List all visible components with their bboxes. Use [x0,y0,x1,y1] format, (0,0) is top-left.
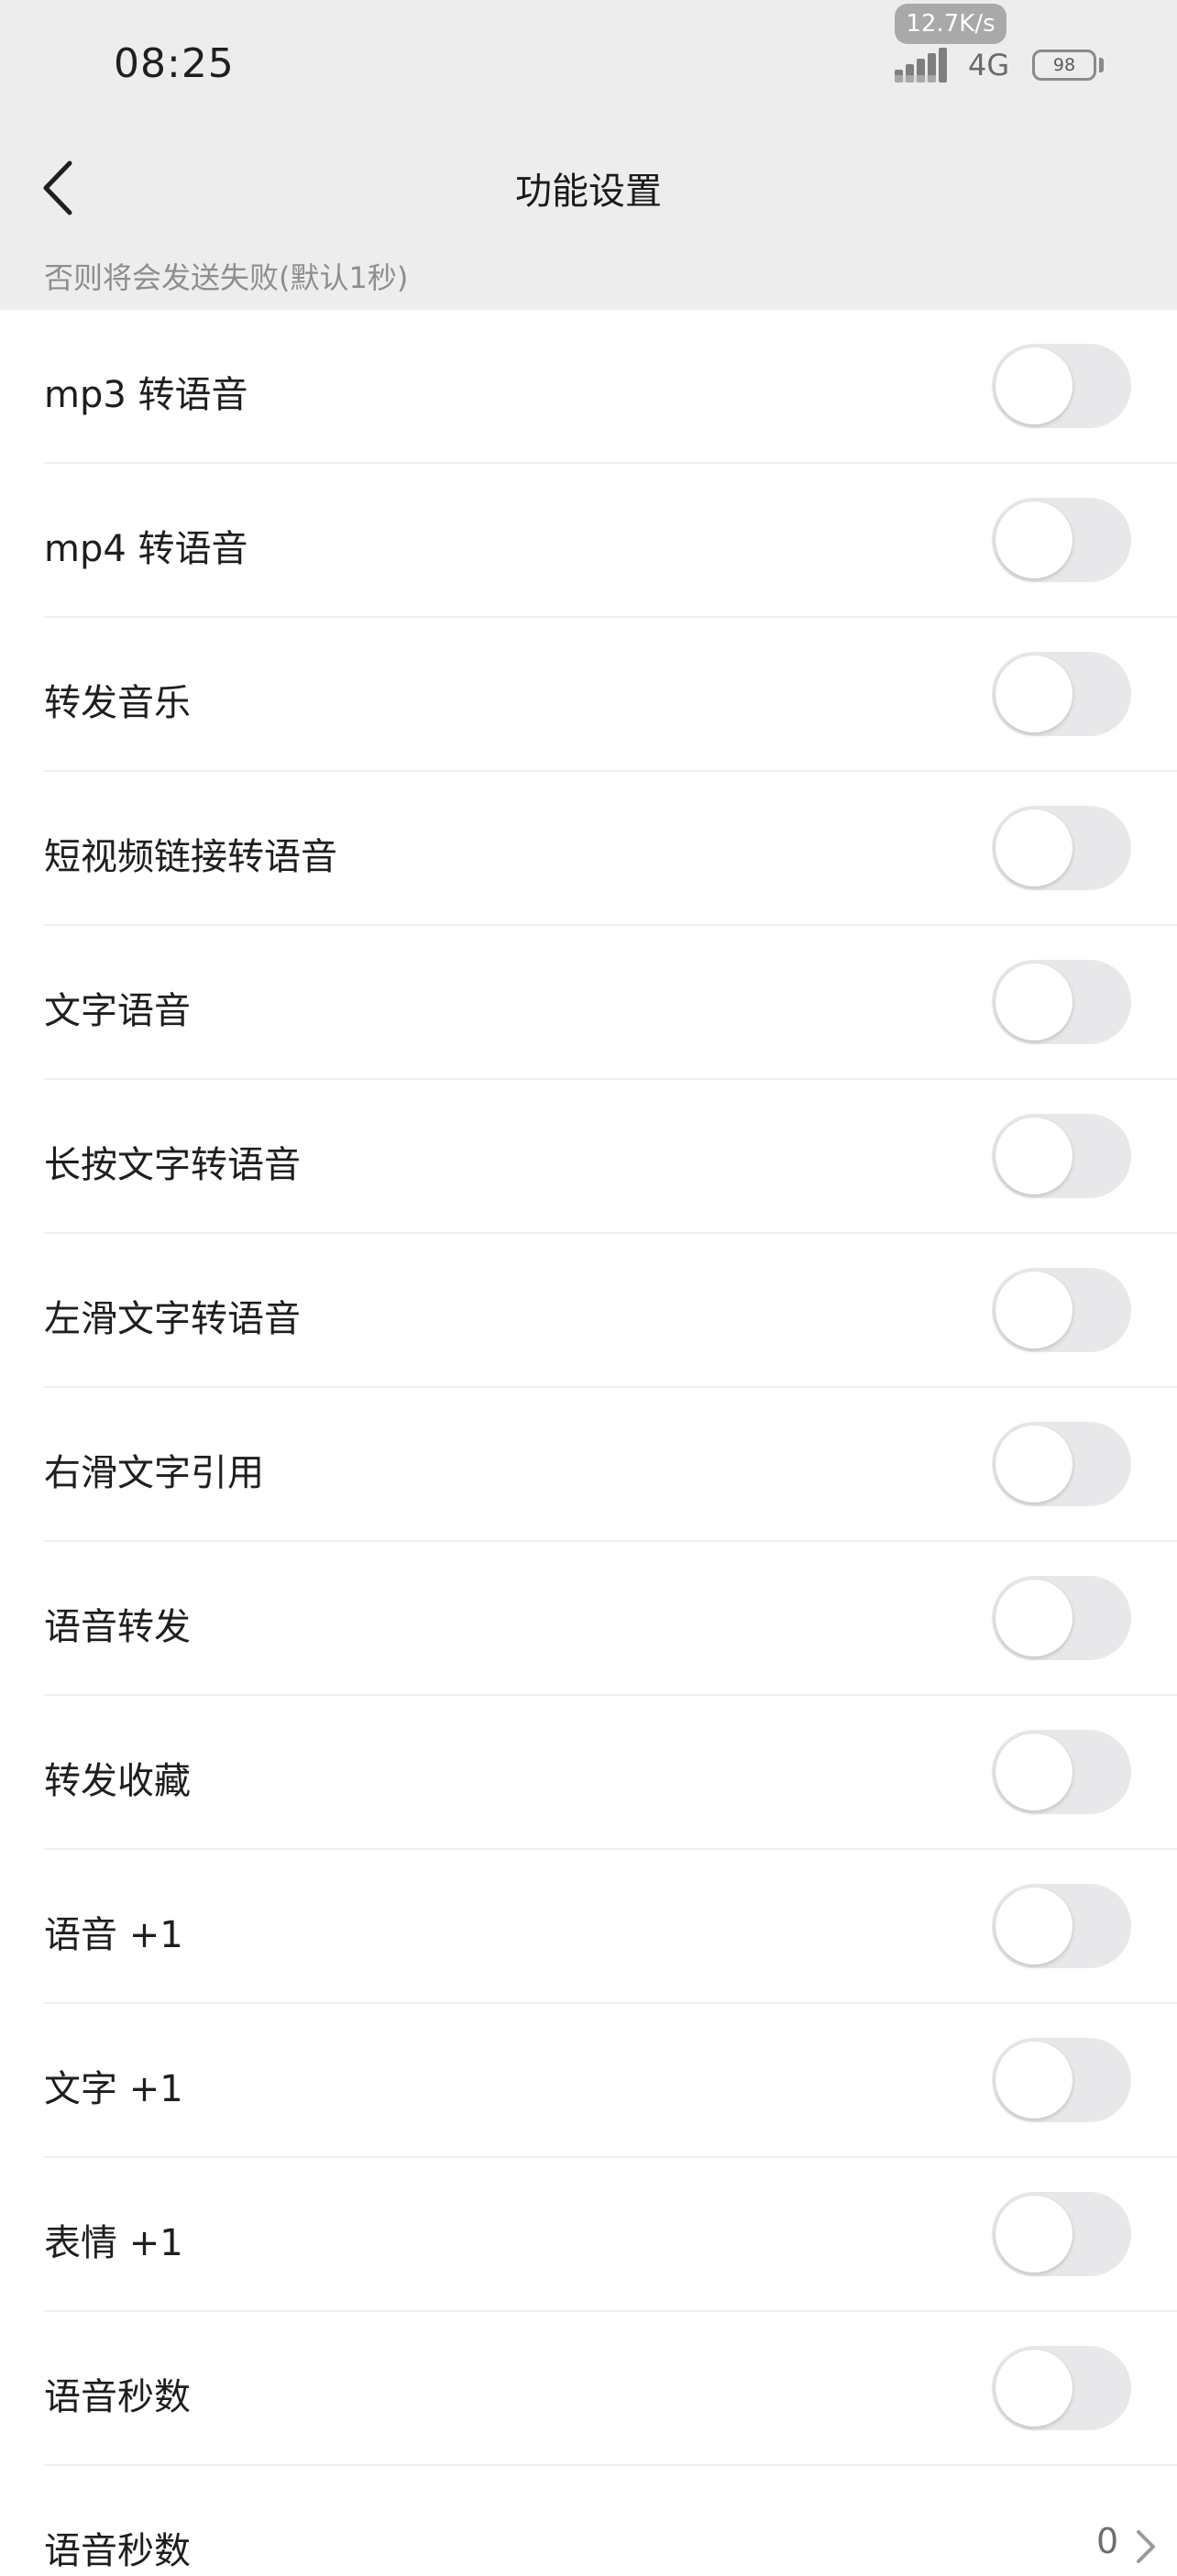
setting-row: 语音秒数 [44,2312,1177,2466]
toggle-switch[interactable] [992,498,1131,582]
toggle-switch[interactable] [992,1114,1131,1198]
setting-row: 短视频链接转语音 [44,772,1177,926]
toggle-knob [996,1580,1072,1657]
setting-row: 转发音乐 [44,618,1177,772]
setting-row: 语音 +1 [44,1850,1177,2004]
chevron-right-icon [1137,2530,1155,2563]
setting-label: 转发收藏 [44,1760,191,1802]
value-setting-label: 语音秒数 [44,2530,191,2572]
setting-row: 文字 +1 [44,2004,1177,2158]
status-time: 08:25 [114,40,235,87]
toggle-knob [996,2196,1072,2273]
setting-row: mp3 转语音 [44,310,1177,464]
battery-nub [1099,58,1104,72]
toggle-knob [996,1426,1072,1503]
toggle-knob [996,809,1072,886]
toggle-knob [996,2042,1072,2119]
setting-row: 长按文字转语音 [44,1080,1177,1234]
network-speed-badge: 12.7K/s [895,4,1006,44]
signal-bars-icon [895,48,947,83]
toggle-knob [996,1117,1072,1194]
toggle-switch[interactable] [992,652,1131,736]
setting-row: 左滑文字转语音 [44,1234,1177,1388]
battery-icon: 98 [1032,50,1096,81]
toggle-knob [996,501,1072,578]
toggle-switch[interactable] [992,1422,1131,1506]
setting-label: 语音秒数 [44,2376,191,2418]
toggle-knob [996,347,1072,424]
hint-text: 否则将会发送失败(默认1秒) [44,260,409,295]
toggle-switch[interactable] [992,2038,1131,2122]
page-title: 功能设置 [515,171,662,213]
voice-seconds-value-row[interactable]: 语音秒数 0 [44,2466,1177,2576]
toggle-switch[interactable] [992,1884,1131,1968]
setting-row: 语音转发 [44,1542,1177,1696]
toggle-switch[interactable] [992,1268,1131,1352]
setting-label: 语音转发 [44,1606,191,1648]
toggle-switch[interactable] [992,1730,1131,1814]
setting-label: 左滑文字转语音 [44,1298,301,1340]
setting-row: 右滑文字引用 [44,1388,1177,1542]
setting-row: 表情 +1 [44,2158,1177,2312]
setting-row: 文字语音 [44,926,1177,1080]
network-type: 4G [968,48,1010,83]
setting-label: 语音 +1 [44,1914,183,1956]
value-setting-value: 0 [1096,2521,1119,2561]
setting-label: 文字语音 [44,990,191,1032]
toggle-switch[interactable] [992,1576,1131,1660]
toggle-knob [996,1888,1072,1965]
toggle-switch[interactable] [992,960,1131,1044]
settings-list: mp3 转语音 mp4 转语音 转发音乐 短视频链接转语音 文字语音 长按文字转… [0,310,1177,2576]
setting-label: 表情 +1 [44,2222,183,2264]
toggle-knob [996,1271,1072,1349]
toggle-switch[interactable] [992,806,1131,890]
toggle-knob [996,1734,1072,1811]
header-area: 08:25 12.7K/s 4G 98 功能设置 否则将会发送失败(默认1秒) [0,0,1177,310]
setting-row: 转发收藏 [44,1696,1177,1850]
toggle-switch[interactable] [992,2346,1131,2430]
setting-label: 右滑文字引用 [44,1452,264,1494]
toggle-knob [996,655,1072,732]
setting-label: 短视频链接转语音 [44,836,337,878]
setting-label: mp3 转语音 [44,374,248,416]
setting-label: 长按文字转语音 [44,1144,301,1186]
toggle-knob [996,2350,1072,2427]
setting-label: 文字 +1 [44,2068,183,2110]
toggle-switch[interactable] [992,344,1131,428]
toggle-switch[interactable] [992,2192,1131,2276]
setting-label: mp4 转语音 [44,528,248,570]
toggle-knob [996,963,1072,1040]
setting-row: mp4 转语音 [44,464,1177,618]
setting-label: 转发音乐 [44,682,191,724]
